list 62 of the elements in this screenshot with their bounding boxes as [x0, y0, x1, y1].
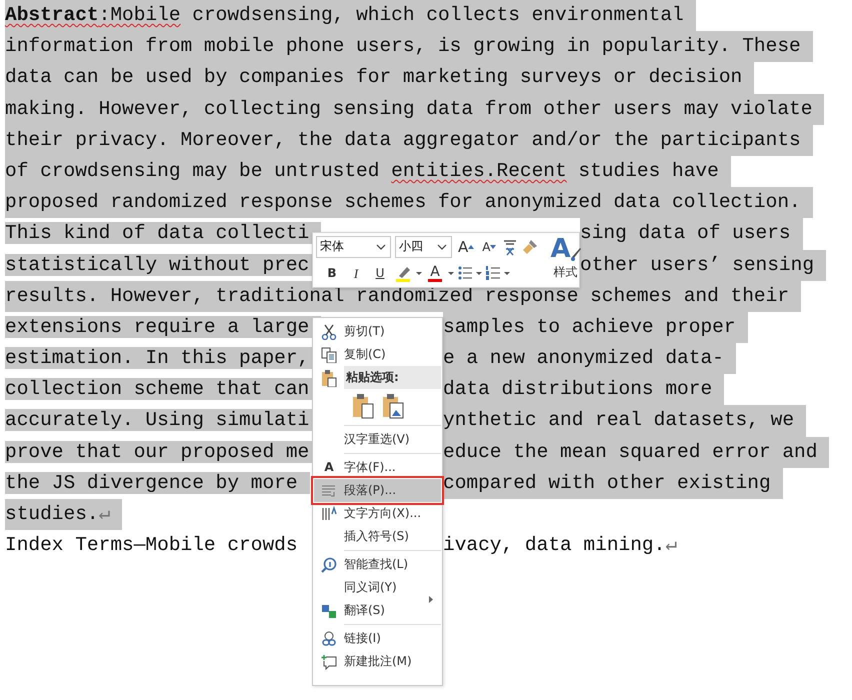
- document-text: extensions require a large: [5, 316, 322, 338]
- document-text: their privacy. Moreover, the data aggregator and/or the participants: [5, 124, 813, 156]
- brush-icon: [570, 248, 581, 262]
- document-text: Abstract:Mobile crowdsensing, which collects environmental: [5, 0, 696, 32]
- document-text: other users’ sensing: [580, 250, 826, 281]
- paragraph-icon: [321, 482, 337, 498]
- shrink-font-button[interactable]: A: [480, 236, 498, 258]
- search-icon: [321, 556, 337, 572]
- document-text: data can be used by companies for marketing surveys or decision: [5, 62, 754, 94]
- document-text: sing data of users: [580, 218, 803, 250]
- clipboard-icon: [321, 368, 337, 386]
- menu-item[interactable]: 翻译(S): [314, 599, 441, 622]
- caret-icon[interactable]: [504, 272, 510, 274]
- grow-font-button[interactable]: A: [456, 236, 476, 258]
- font-size-field[interactable]: 小四: [395, 236, 452, 258]
- copy-icon: [321, 346, 337, 362]
- paragraph-mark: ↵: [665, 533, 678, 558]
- numbered-list-icon[interactable]: [486, 266, 500, 280]
- document-text: of crowdsensing may be untrusted entities.Recent studies have: [5, 156, 731, 188]
- comment-icon: [321, 654, 337, 670]
- document-text: making. However, collecting sensing data from other users may violate: [5, 94, 824, 125]
- translate-icon: [321, 602, 337, 618]
- paste-picture-icon[interactable]: [382, 393, 404, 419]
- menu-item[interactable]: 链接(I): [314, 627, 441, 650]
- paste-keep-format-icon[interactable]: [352, 393, 374, 419]
- menu-item[interactable]: 新建批注(M): [314, 650, 441, 673]
- bullet-list-icon[interactable]: [458, 266, 472, 280]
- caret-icon[interactable]: [416, 272, 422, 274]
- phonetic-guide-icon[interactable]: [502, 238, 518, 256]
- document-text: data distributions more: [443, 374, 724, 406]
- down-triangle-icon: [490, 245, 496, 249]
- scissors-icon: [321, 324, 337, 340]
- document-text: e a new anonymized data-: [443, 343, 736, 374]
- document-text: studies.: [5, 499, 99, 530]
- document-text: educe the mean squared error and: [443, 436, 830, 468]
- up-triangle-icon: [468, 245, 474, 249]
- dropdown-icon: [375, 242, 387, 252]
- dropdown-icon: [436, 242, 448, 252]
- caret-icon[interactable]: [448, 272, 454, 274]
- document-text: ivacy, data mining.: [443, 533, 666, 558]
- menu-item[interactable]: 智能查找(L): [314, 553, 441, 576]
- menu-item[interactable]: 插入符号(S): [314, 525, 441, 548]
- document-text: compared with other existing: [443, 468, 783, 499]
- menu-item[interactable]: 文字方向(X)...: [314, 502, 441, 525]
- highlighter-icon[interactable]: [394, 264, 412, 282]
- document-text: information from mobile phone users, is growing in popularity. These: [5, 31, 813, 62]
- document-text: This kind of data collecti: [5, 222, 322, 244]
- paste-options-label: 粘贴选项:: [344, 366, 441, 389]
- menu-item[interactable]: 同义词(Y): [314, 576, 441, 599]
- menu-item[interactable]: 段落(P)...: [314, 479, 441, 502]
- brush-icon[interactable]: [522, 239, 538, 255]
- document-text: Index Terms—Mobile crowds: [5, 534, 298, 556]
- document-text: proposed randomized response schemes for anonymized data collection.: [5, 187, 813, 218]
- paragraph-mark: ↵: [98, 499, 122, 530]
- document-text: samples to achieve proper: [443, 312, 748, 344]
- font-name-field[interactable]: 宋体: [316, 236, 391, 258]
- document-text: ynthetic and real datasets, we: [443, 405, 806, 437]
- link-icon: [321, 630, 337, 646]
- caret-icon[interactable]: [476, 272, 482, 274]
- document-text: the JS divergence by more: [5, 472, 310, 494]
- document-text: results. However, traditional randomized response schemes and their: [5, 280, 802, 312]
- text-direction-icon: [321, 506, 337, 522]
